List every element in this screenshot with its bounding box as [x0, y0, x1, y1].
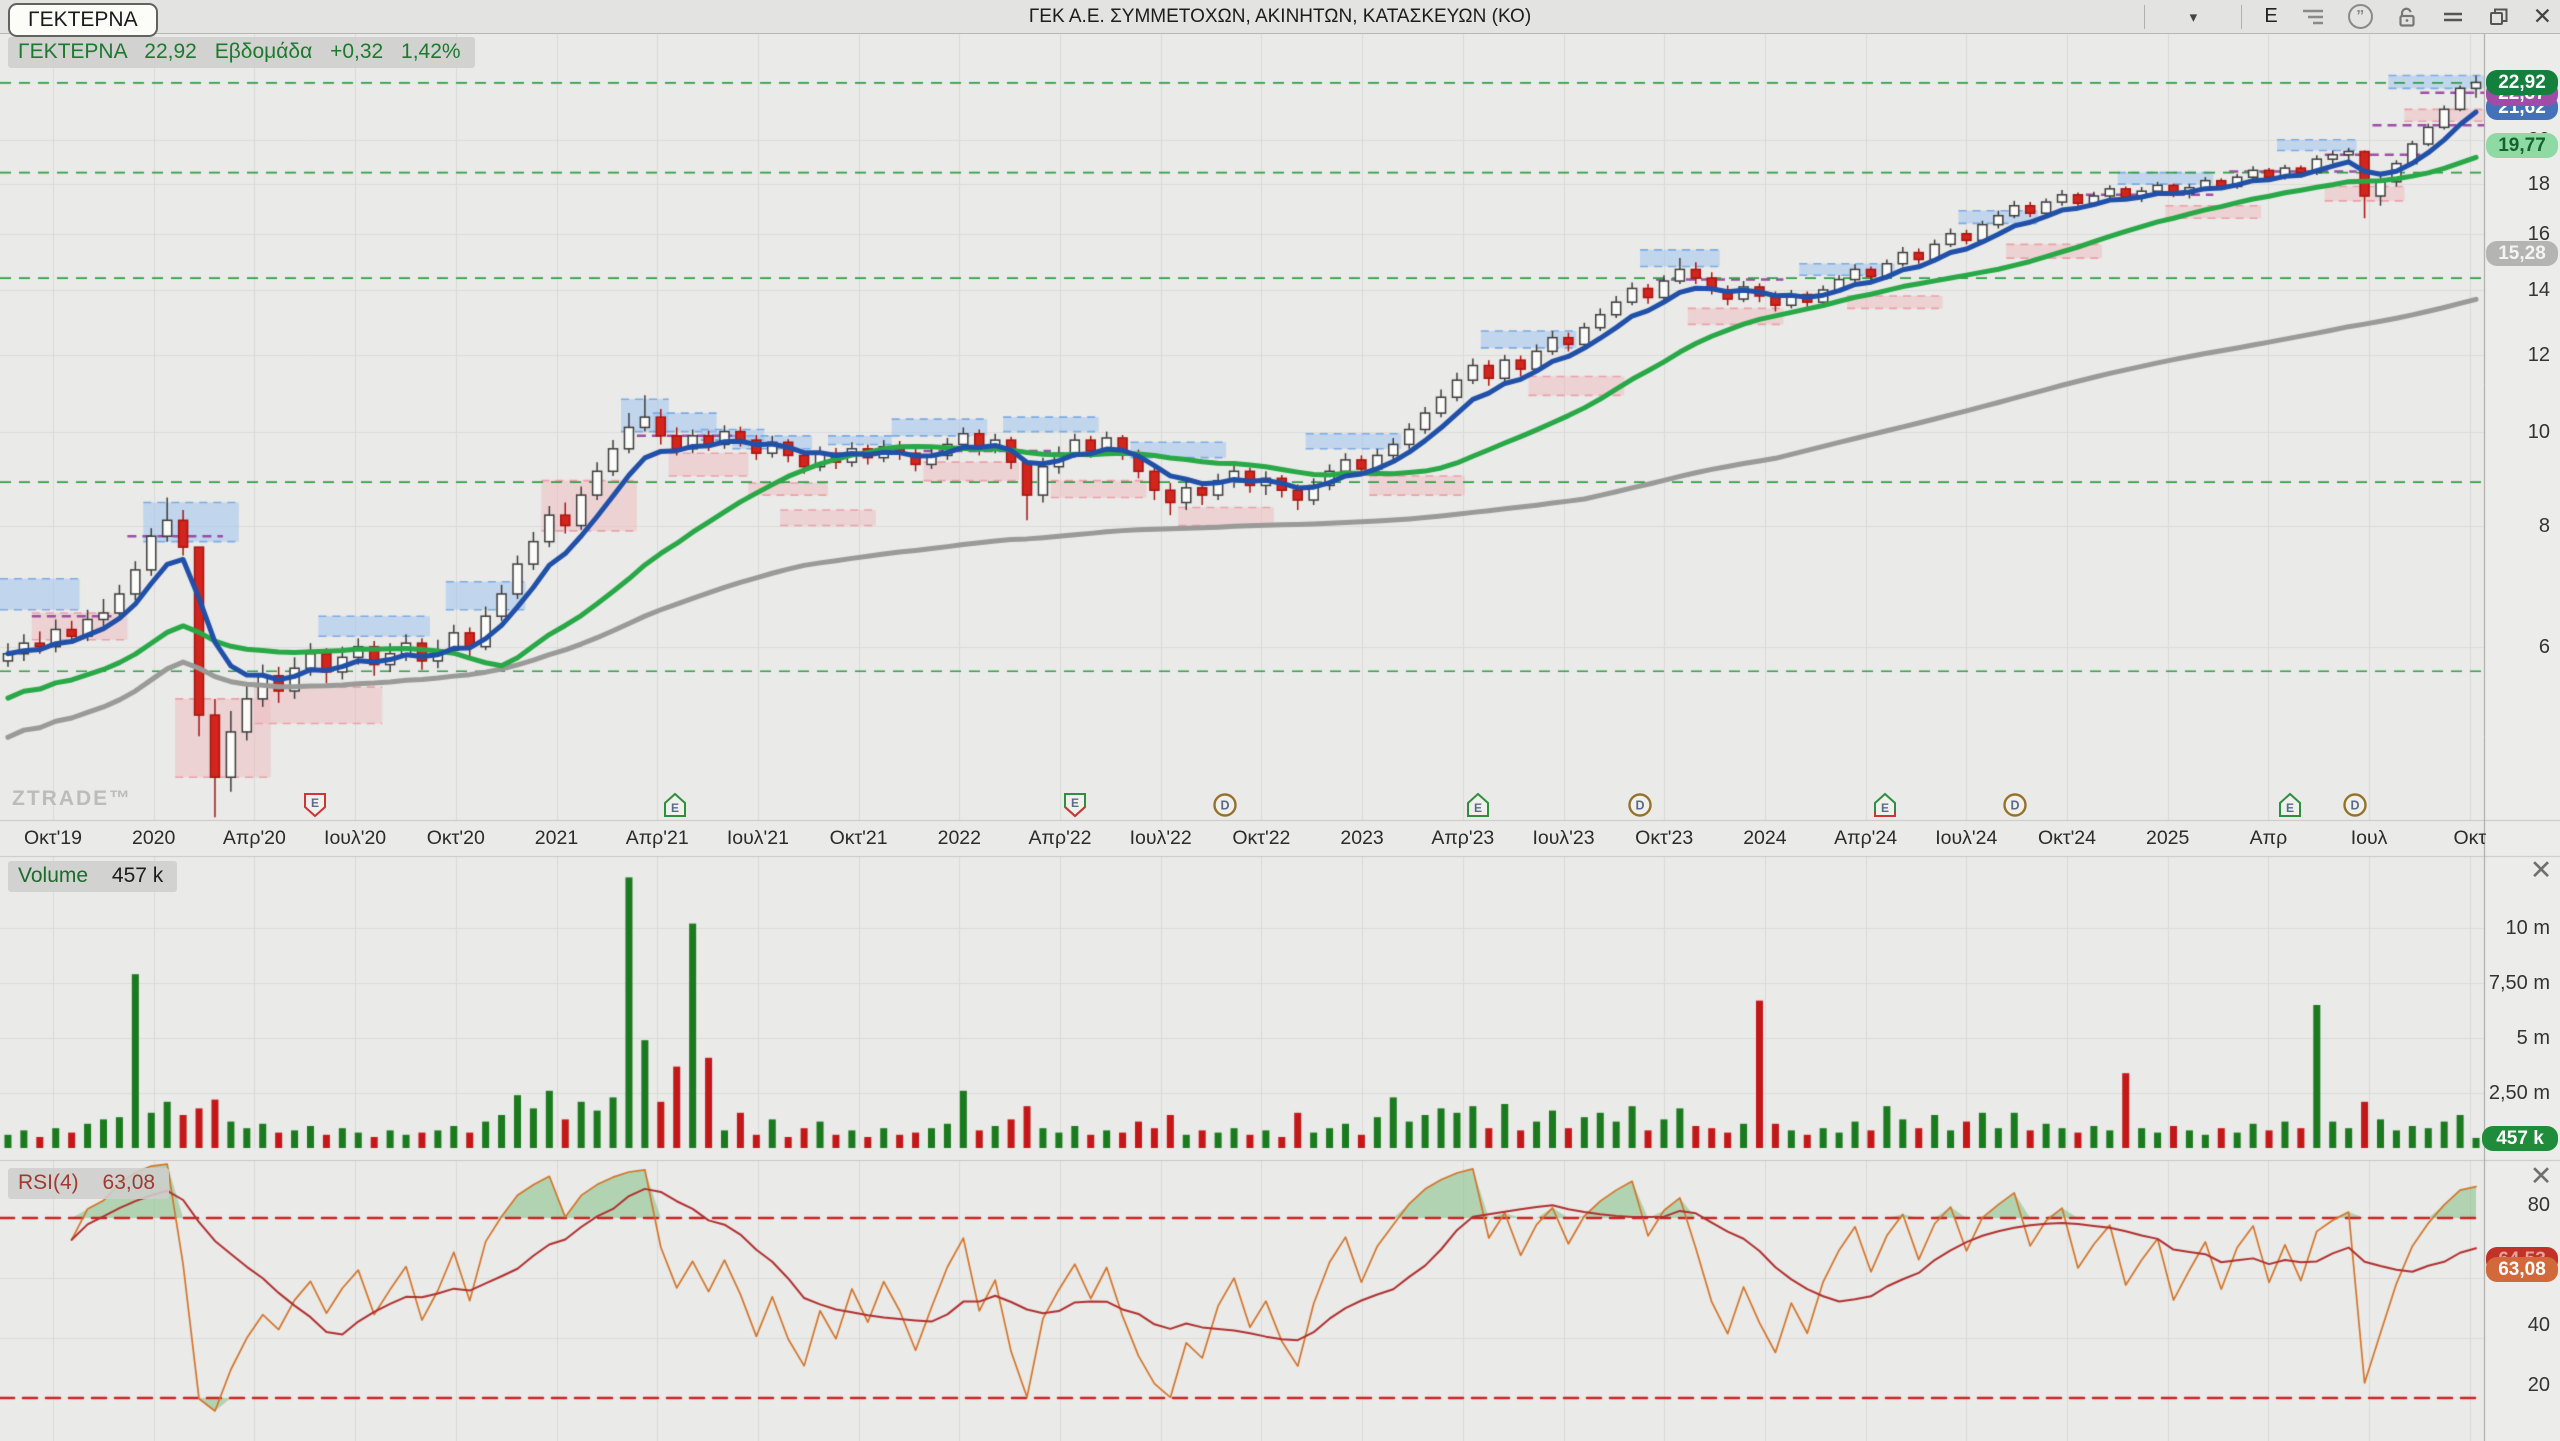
time-axis-label: Οκτ'23	[1609, 827, 1719, 850]
price-badge: 15,28	[2486, 241, 2558, 266]
price-axis-label: 10	[2488, 420, 2550, 444]
volume-axis-label: 7,50 m	[2488, 971, 2550, 995]
price-badge: 19,77	[2486, 133, 2558, 158]
window-controls: ▾ E ” ✕	[2144, 0, 2552, 33]
restore-icon[interactable]	[2487, 5, 2511, 29]
rsi-axis-label: 80	[2488, 1193, 2550, 1217]
lines-icon[interactable]	[2300, 6, 2326, 28]
time-axis-label: Ιουλ'21	[703, 827, 813, 850]
event-marker-dividend[interactable]: D	[2002, 792, 2028, 818]
svg-text:Ε: Ε	[1071, 796, 1079, 810]
svg-text:Ε: Ε	[1881, 801, 1889, 815]
price-badge: 22,92	[2486, 70, 2558, 95]
volume-axis-label: 10 m	[2488, 916, 2550, 940]
symbol-tab[interactable]: ΓΕΚΤΕΡΝΑ	[8, 3, 158, 37]
legend-symbol: ΓΕΚΤΕΡΝΑ	[18, 40, 126, 63]
time-axis-label: Απρ'20	[199, 827, 309, 850]
time-axis-label: 2021	[502, 827, 612, 850]
quote-icon[interactable]: ”	[2348, 4, 2373, 29]
volume-close-button[interactable]: ✕	[2526, 856, 2556, 886]
time-axis-label: Ιουλ'20	[300, 827, 410, 850]
time-axis-label: 2024	[1710, 827, 1820, 850]
event-marker-earnings[interactable]: Ε	[302, 792, 328, 818]
time-axis-label: 2023	[1307, 827, 1417, 850]
svg-text:Ε: Ε	[1474, 801, 1482, 815]
volume-badge: 457 k	[2482, 1126, 2558, 1151]
legend-change: +0,32	[330, 40, 383, 63]
event-marker-earnings[interactable]: Ε	[1872, 792, 1898, 818]
svg-text:Ε: Ε	[2286, 801, 2294, 815]
minimize-icon[interactable]	[2441, 6, 2465, 28]
legend-change-pct: 1,42%	[401, 40, 461, 63]
price-axis-label: 6	[2488, 635, 2550, 659]
chart-legend[interactable]: ΓΕΚΤΕΡΝΑ 22,92 Εβδομάδα +0,32 1,42%	[8, 37, 475, 68]
rsi-axis-label: 20	[2488, 1373, 2550, 1397]
time-axis-label: 2022	[904, 827, 1014, 850]
rsi-value: 63,08	[103, 1171, 156, 1194]
symbol-tab-label: ΓΕΚΤΕΡΝΑ	[28, 8, 138, 31]
time-axis-label: Απρ'21	[602, 827, 712, 850]
time-axis-label: Οκτ'24	[2012, 827, 2122, 850]
rsi-legend[interactable]: RSI(4) 63,08	[8, 1168, 169, 1199]
divider	[2144, 5, 2145, 29]
event-marker-dividend[interactable]: D	[1627, 792, 1653, 818]
rsi-axis-label: 40	[2488, 1313, 2550, 1337]
event-marker-earnings[interactable]: Ε	[2277, 792, 2303, 818]
event-marker-earnings[interactable]: Ε	[1465, 792, 1491, 818]
divider	[2241, 5, 2242, 29]
time-axis-label: Απρ	[2213, 827, 2323, 850]
time-axis-label: Οκτ	[2415, 827, 2525, 850]
time-axis-label: Απρ'22	[1005, 827, 1115, 850]
time-axis-label: Οκτ'20	[401, 827, 511, 850]
close-icon[interactable]: ✕	[2533, 3, 2552, 30]
rsi-badge: 63,08	[2486, 1257, 2558, 1282]
svg-text:Ε: Ε	[311, 796, 319, 810]
volume-axis-label: 2,50 m	[2488, 1081, 2550, 1105]
time-axis-label: Ιουλ	[2314, 827, 2424, 850]
time-axis-label: Ιουλ'24	[1911, 827, 2021, 850]
time-axis-label: 2020	[99, 827, 209, 850]
rsi-close-button[interactable]: ✕	[2526, 1162, 2556, 1192]
legend-timeframe: Εβδομάδα	[215, 40, 313, 63]
event-marker-dividend[interactable]: D	[1212, 792, 1238, 818]
rsi-label: RSI(4)	[18, 1171, 79, 1194]
time-axis-label: Οκτ'19	[0, 827, 108, 850]
ztrade-watermark: ZTRADE™	[12, 787, 132, 811]
svg-text:D: D	[2350, 799, 2359, 813]
svg-text:D: D	[1635, 799, 1644, 813]
time-axis-label: Οκτ'22	[1206, 827, 1316, 850]
volume-axis-label: 5 m	[2488, 1026, 2550, 1050]
chevron-down-icon[interactable]: ▾	[2167, 8, 2219, 26]
time-axis-label: Απρ'23	[1408, 827, 1518, 850]
price-axis-label: 8	[2488, 514, 2550, 538]
status-letter: E	[2264, 5, 2277, 28]
price-axis-label: 14	[2488, 278, 2550, 302]
legend-price: 22,92	[144, 40, 197, 63]
event-marker-dividend[interactable]: D	[2342, 792, 2368, 818]
time-axis-label: Ιουλ'22	[1106, 827, 1216, 850]
volume-value: 457 k	[112, 864, 163, 887]
window-titlebar: ΓΕΚ Α.Ε. ΣΥΜΜΕΤΟΧΩΝ, ΑΚΙΝΗΤΩΝ, ΚΑΤΑΣΚΕΥΩ…	[0, 0, 2560, 34]
volume-label: Volume	[18, 864, 88, 887]
unlock-icon[interactable]	[2395, 5, 2419, 29]
time-axis-label: Ιουλ'23	[1509, 827, 1619, 850]
volume-legend[interactable]: Volume 457 k	[8, 861, 177, 892]
time-axis-label: Απρ'24	[1811, 827, 1921, 850]
time-axis-label: Οκτ'21	[804, 827, 914, 850]
price-axis-label: 12	[2488, 343, 2550, 367]
svg-text:Ε: Ε	[671, 801, 679, 815]
event-marker-earnings[interactable]: Ε	[1062, 792, 1088, 818]
time-axis-label: 2025	[2113, 827, 2223, 850]
svg-text:D: D	[1220, 799, 1229, 813]
window-title: ΓΕΚ Α.Ε. ΣΥΜΜΕΤΟΧΩΝ, ΑΚΙΝΗΤΩΝ, ΚΑΤΑΣΚΕΥΩ…	[1029, 6, 1531, 28]
svg-text:D: D	[2010, 799, 2019, 813]
price-axis-label: 18	[2488, 172, 2550, 196]
event-marker-earnings[interactable]: Ε	[662, 792, 688, 818]
